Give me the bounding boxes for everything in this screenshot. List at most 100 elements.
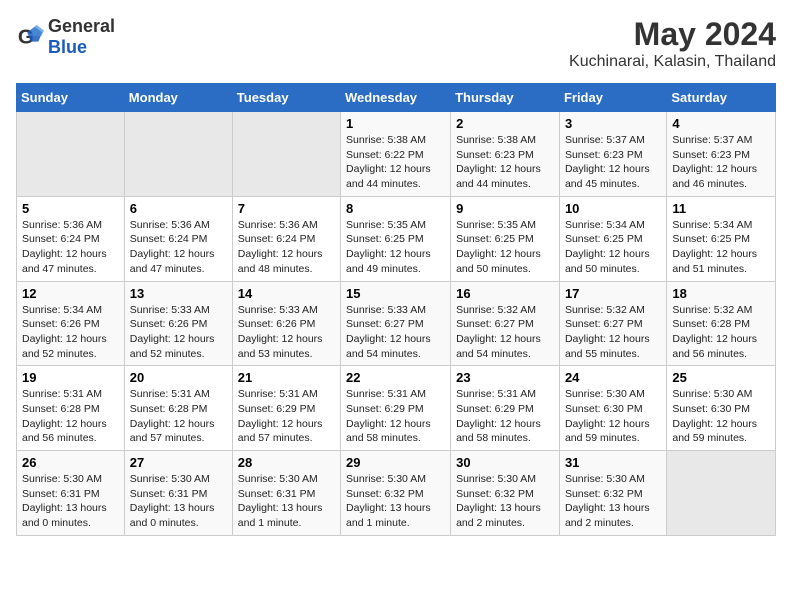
day-info: Sunrise: 5:30 AMSunset: 6:32 PMDaylight:… xyxy=(346,472,445,531)
calendar-cell: 27Sunrise: 5:30 AMSunset: 6:31 PMDayligh… xyxy=(124,451,232,536)
day-number: 18 xyxy=(672,286,770,301)
week-row-5: 26 Sunrise: 5:30 AMSunset: 6:31 PMDayligh… xyxy=(17,451,776,536)
day-info: Sunrise: 5:30 AMSunset: 6:32 PMDaylight:… xyxy=(456,472,554,531)
logo: G General Blue xyxy=(16,16,115,58)
day-info: Sunrise: 5:34 AMSunset: 6:25 PMDaylight:… xyxy=(672,218,770,277)
day-info: Sunrise: 5:33 AMSunset: 6:26 PMDaylight:… xyxy=(130,303,227,362)
calendar-cell: 2Sunrise: 5:38 AMSunset: 6:23 PMDaylight… xyxy=(451,112,560,197)
day-number: 1 xyxy=(346,116,445,131)
logo-icon: G xyxy=(16,23,44,51)
day-number: 21 xyxy=(238,370,335,385)
calendar-cell: 31Sunrise: 5:30 AMSunset: 6:32 PMDayligh… xyxy=(559,451,666,536)
day-number: 4 xyxy=(672,116,770,131)
calendar-cell: 25 Sunrise: 5:30 AMSunset: 6:30 PMDayligh… xyxy=(667,366,776,451)
calendar-cell: 6Sunrise: 5:36 AMSunset: 6:24 PMDaylight… xyxy=(124,196,232,281)
day-number: 15 xyxy=(346,286,445,301)
calendar-cell: 19 Sunrise: 5:31 AMSunset: 6:28 PMDayligh… xyxy=(17,366,125,451)
calendar-cell xyxy=(124,112,232,197)
day-number: 26 xyxy=(22,455,119,470)
day-info: Sunrise: 5:32 AMSunset: 6:27 PMDaylight:… xyxy=(456,303,554,362)
calendar-cell: 23 Sunrise: 5:31 AMSunset: 6:29 PMDayligh… xyxy=(451,366,560,451)
day-info: Sunrise: 5:35 AMSunset: 6:25 PMDaylight:… xyxy=(346,218,445,277)
calendar-header: SundayMondayTuesdayWednesdayThursdayFrid… xyxy=(17,84,776,112)
calendar-cell: 14Sunrise: 5:33 AMSunset: 6:26 PMDayligh… xyxy=(232,281,340,366)
calendar-cell: 13 Sunrise: 5:33 AMSunset: 6:26 PMDayligh… xyxy=(124,281,232,366)
day-number: 7 xyxy=(238,201,335,216)
day-info: Sunrise: 5:35 AMSunset: 6:25 PMDaylight:… xyxy=(456,218,554,277)
day-number: 14 xyxy=(238,286,335,301)
day-number: 22 xyxy=(346,370,445,385)
day-number: 3 xyxy=(565,116,661,131)
day-info: Sunrise: 5:36 AMSunset: 6:24 PMDaylight:… xyxy=(22,218,119,277)
calendar-table: SundayMondayTuesdayWednesdayThursdayFrid… xyxy=(16,83,776,536)
day-info: Sunrise: 5:31 AMSunset: 6:29 PMDaylight:… xyxy=(456,387,554,446)
day-info: Sunrise: 5:30 AMSunset: 6:30 PMDaylight:… xyxy=(565,387,661,446)
logo-general: General xyxy=(48,16,115,36)
day-info: Sunrise: 5:31 AMSunset: 6:29 PMDaylight:… xyxy=(238,387,335,446)
day-number: 31 xyxy=(565,455,661,470)
day-number: 19 xyxy=(22,370,119,385)
week-row-1: 1 Sunrise: 5:38 AMSunset: 6:22 PMDaylight… xyxy=(17,112,776,197)
day-info: Sunrise: 5:34 AMSunset: 6:25 PMDaylight:… xyxy=(565,218,661,277)
day-number: 8 xyxy=(346,201,445,216)
day-info: Sunrise: 5:30 AMSunset: 6:30 PMDaylight:… xyxy=(672,387,770,446)
week-row-2: 5 Sunrise: 5:36 AMSunset: 6:24 PMDaylight… xyxy=(17,196,776,281)
week-row-4: 19 Sunrise: 5:31 AMSunset: 6:28 PMDayligh… xyxy=(17,366,776,451)
day-info: Sunrise: 5:30 AMSunset: 6:31 PMDaylight:… xyxy=(22,472,119,531)
day-number: 23 xyxy=(456,370,554,385)
day-info: Sunrise: 5:30 AMSunset: 6:31 PMDaylight:… xyxy=(238,472,335,531)
day-number: 29 xyxy=(346,455,445,470)
day-info: Sunrise: 5:32 AMSunset: 6:28 PMDaylight:… xyxy=(672,303,770,362)
day-header-friday: Friday xyxy=(559,84,666,112)
calendar-cell xyxy=(17,112,125,197)
day-info: Sunrise: 5:36 AMSunset: 6:24 PMDaylight:… xyxy=(238,218,335,277)
day-info: Sunrise: 5:36 AMSunset: 6:24 PMDaylight:… xyxy=(130,218,227,277)
calendar-cell: 8 Sunrise: 5:35 AMSunset: 6:25 PMDaylight… xyxy=(341,196,451,281)
calendar-cell: 30 Sunrise: 5:30 AMSunset: 6:32 PMDayligh… xyxy=(451,451,560,536)
day-number: 25 xyxy=(672,370,770,385)
day-number: 13 xyxy=(130,286,227,301)
page-subtitle: Kuchinarai, Kalasin, Thailand xyxy=(569,53,776,71)
calendar-cell: 29 Sunrise: 5:30 AMSunset: 6:32 PMDayligh… xyxy=(341,451,451,536)
calendar-cell: 7 Sunrise: 5:36 AMSunset: 6:24 PMDaylight… xyxy=(232,196,340,281)
calendar-cell: 20Sunrise: 5:31 AMSunset: 6:28 PMDayligh… xyxy=(124,366,232,451)
calendar-cell: 16 Sunrise: 5:32 AMSunset: 6:27 PMDayligh… xyxy=(451,281,560,366)
calendar-cell: 10Sunrise: 5:34 AMSunset: 6:25 PMDayligh… xyxy=(559,196,666,281)
calendar-cell: 21 Sunrise: 5:31 AMSunset: 6:29 PMDayligh… xyxy=(232,366,340,451)
day-number: 24 xyxy=(565,370,661,385)
calendar-cell: 18 Sunrise: 5:32 AMSunset: 6:28 PMDayligh… xyxy=(667,281,776,366)
day-number: 20 xyxy=(130,370,227,385)
day-number: 16 xyxy=(456,286,554,301)
calendar-cell xyxy=(232,112,340,197)
day-info: Sunrise: 5:31 AMSunset: 6:29 PMDaylight:… xyxy=(346,387,445,446)
day-info: Sunrise: 5:32 AMSunset: 6:27 PMDaylight:… xyxy=(565,303,661,362)
day-info: Sunrise: 5:38 AMSunset: 6:22 PMDaylight:… xyxy=(346,133,445,192)
calendar-cell: 26 Sunrise: 5:30 AMSunset: 6:31 PMDayligh… xyxy=(17,451,125,536)
day-number: 17 xyxy=(565,286,661,301)
day-header-thursday: Thursday xyxy=(451,84,560,112)
day-info: Sunrise: 5:37 AMSunset: 6:23 PMDaylight:… xyxy=(565,133,661,192)
day-info: Sunrise: 5:34 AMSunset: 6:26 PMDaylight:… xyxy=(22,303,119,362)
day-info: Sunrise: 5:33 AMSunset: 6:27 PMDaylight:… xyxy=(346,303,445,362)
calendar-cell: 5 Sunrise: 5:36 AMSunset: 6:24 PMDaylight… xyxy=(17,196,125,281)
week-row-3: 12Sunrise: 5:34 AMSunset: 6:26 PMDayligh… xyxy=(17,281,776,366)
calendar-cell: 1 Sunrise: 5:38 AMSunset: 6:22 PMDaylight… xyxy=(341,112,451,197)
calendar-cell xyxy=(667,451,776,536)
day-number: 27 xyxy=(130,455,227,470)
calendar-body: 1 Sunrise: 5:38 AMSunset: 6:22 PMDaylight… xyxy=(17,112,776,536)
title-block: May 2024 Kuchinarai, Kalasin, Thailand xyxy=(569,16,776,71)
calendar-cell: 3 Sunrise: 5:37 AMSunset: 6:23 PMDaylight… xyxy=(559,112,666,197)
day-header-sunday: Sunday xyxy=(17,84,125,112)
page-header: G General Blue May 2024 Kuchinarai, Kala… xyxy=(16,16,776,71)
day-number: 30 xyxy=(456,455,554,470)
day-number: 5 xyxy=(22,201,119,216)
day-info: Sunrise: 5:31 AMSunset: 6:28 PMDaylight:… xyxy=(22,387,119,446)
day-info: Sunrise: 5:37 AMSunset: 6:23 PMDaylight:… xyxy=(672,133,770,192)
calendar-cell: 9Sunrise: 5:35 AMSunset: 6:25 PMDaylight… xyxy=(451,196,560,281)
header-row: SundayMondayTuesdayWednesdayThursdayFrid… xyxy=(17,84,776,112)
calendar-cell: 12Sunrise: 5:34 AMSunset: 6:26 PMDayligh… xyxy=(17,281,125,366)
calendar-cell: 17 Sunrise: 5:32 AMSunset: 6:27 PMDayligh… xyxy=(559,281,666,366)
day-header-monday: Monday xyxy=(124,84,232,112)
day-header-wednesday: Wednesday xyxy=(341,84,451,112)
calendar-cell: 15 Sunrise: 5:33 AMSunset: 6:27 PMDayligh… xyxy=(341,281,451,366)
